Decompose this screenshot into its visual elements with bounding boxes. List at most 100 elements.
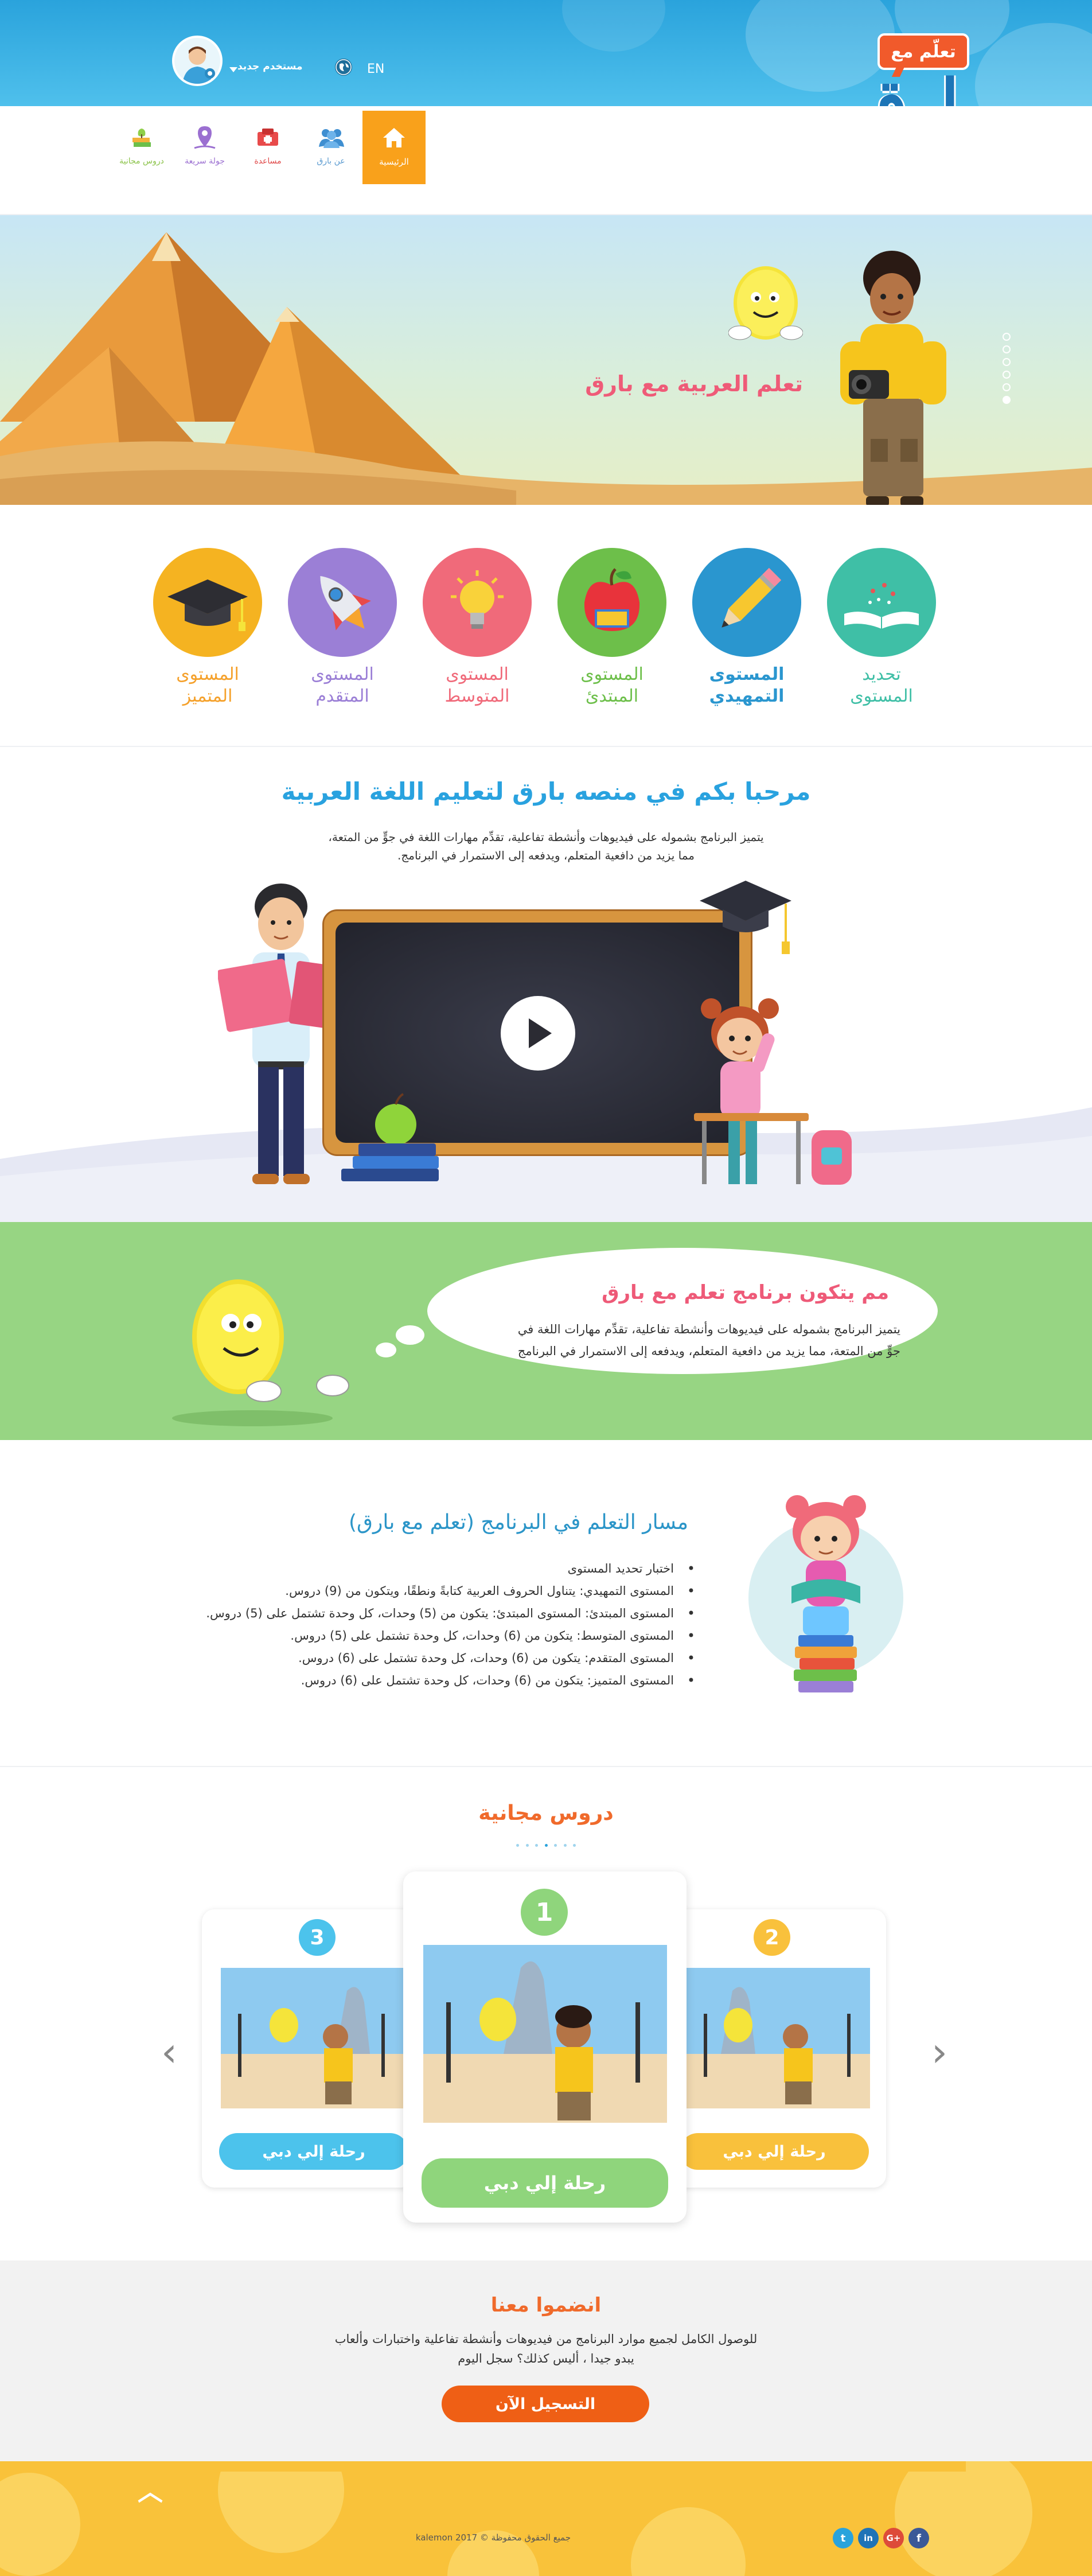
slider-dot[interactable] [1003, 383, 1011, 391]
slider-dot[interactable] [1003, 345, 1011, 353]
flower-decoration [218, 2461, 344, 2553]
nav-item-label: عن بارق [317, 157, 345, 166]
slider-dot[interactable] [1003, 371, 1011, 379]
footer-scallop [126, 2461, 966, 2472]
avatar-icon [174, 38, 220, 84]
carousel-prev-arrow[interactable]: ‹ [158, 2032, 181, 2072]
level-intermediate[interactable]: المستوى المتوسط [423, 548, 532, 709]
flower-decoration [0, 2473, 80, 2576]
program-title: مم يتكون برنامج تعلم مع بارق [602, 1281, 889, 1304]
graduation-cap-illustration [688, 875, 797, 961]
student-girl-illustration [694, 998, 866, 1193]
level-label-line1: تحديد [862, 664, 901, 684]
level-label-line1: المستوى [446, 664, 509, 684]
lesson-number: 2 [754, 1919, 790, 1956]
slider-dot-active[interactable] [1003, 396, 1011, 404]
welcome-text-line: يتميز البرنامج بشموله على فيديوهات وأنشط… [328, 830, 764, 844]
level-label-line2: المتوسط [444, 686, 510, 706]
help-icon [255, 124, 281, 151]
lessons-icon [128, 124, 155, 151]
slider-dot[interactable] [1003, 358, 1011, 366]
nav-item-label: جولة سريعة [185, 157, 225, 166]
level-label-line1: المستوى [311, 664, 374, 684]
pyramid-cap [275, 307, 299, 322]
program-text-line: يتميز البرنامج بشموله على فيديوهات وأنشط… [517, 1322, 900, 1336]
learning-path-list: اختبار تحديد المستوى المستوى التمهيدي: ي… [155, 1558, 700, 1692]
cloud-decoration [562, 0, 665, 52]
lesson-thumbnail[interactable] [687, 1968, 870, 2108]
learning-path-item: المستوى المتوسط: يتكون من (6) وحدات، كل … [155, 1625, 700, 1647]
logo-small-text: تعلّم مع [891, 41, 956, 62]
apple-icon [557, 548, 666, 657]
twitter-icon[interactable]: t [833, 2528, 853, 2548]
user-menu-label[interactable]: مستخدم جديد [237, 61, 323, 72]
scroll-top-button[interactable]: ︿ [127, 2478, 173, 2507]
level-label-line2: المبتدئ [585, 686, 639, 706]
join-text-line: للوصول الكامل لجميع موارد البرنامج من في… [334, 2332, 758, 2346]
join-text: للوصول الكامل لجميع موارد البرنامج من في… [259, 2329, 833, 2368]
play-icon [529, 1018, 552, 1048]
slider-dot[interactable] [1003, 333, 1011, 341]
lightbulb-icon [423, 548, 532, 657]
join-title: انضموا معنا [490, 2294, 602, 2317]
lesson-number: 3 [299, 1919, 336, 1956]
learning-path-item: المستوى المبتدئ: المستوى المبتدئ: يتكون … [155, 1602, 700, 1625]
avatar[interactable] [172, 36, 223, 86]
nav-item-label: دروس مجانية [119, 157, 164, 166]
lesson-button[interactable]: رحلة إلي دبي [680, 2133, 869, 2170]
level-label-line1: المستوى [176, 664, 239, 684]
level-placement-test[interactable]: تحديد المستوى [827, 548, 936, 709]
level-advanced[interactable]: المستوى المتقدم [288, 548, 397, 709]
welcome-text-line: مما يزيد من دافعية المتعلم، ويدفعه إلى ا… [397, 849, 695, 862]
lesson-button[interactable]: رحلة إلي دبي [422, 2158, 668, 2208]
nav-item-about[interactable]: عن بارق [299, 111, 362, 184]
copyright-text: جميع الحقوق محفوظة © kalemon 2017 [415, 2532, 571, 2543]
level-beginner[interactable]: المستوى المبتدئ [557, 548, 666, 709]
level-label-line2: التمهيدي [709, 686, 785, 706]
speech-bubble-dot [376, 1343, 396, 1357]
books-apple-illustration [336, 1093, 444, 1185]
globe-icon[interactable] [335, 59, 352, 76]
welcome-text: يتميز البرنامج بشموله على فيديوهات وأنشط… [317, 828, 775, 865]
language-switch[interactable]: EN [367, 62, 384, 76]
learning-path-item: المستوى المتقدم: يتكون من (6) وحدات، كل … [155, 1647, 700, 1670]
learning-path-item: اختبار تحديد المستوى [155, 1558, 700, 1580]
map-pin-icon [192, 124, 218, 151]
level-label-line2: المستوى [850, 686, 913, 706]
linkedin-icon[interactable]: in [858, 2528, 879, 2548]
google-plus-icon[interactable]: G+ [883, 2528, 904, 2548]
user-dropdown-caret-icon[interactable] [229, 64, 237, 72]
facebook-icon[interactable]: f [908, 2528, 929, 2548]
lesson-thumbnail[interactable] [423, 1945, 667, 2123]
mascot-illustration [166, 1268, 361, 1429]
boy-illustration [837, 244, 952, 505]
rocket-icon [288, 548, 397, 657]
learning-path-item: المستوى المتميز: يتكون من (6) وحدات، كل … [155, 1670, 700, 1692]
level-label-line1: المستوى [709, 664, 785, 684]
join-text-line: يبدو جيدا ، أليس كذلك؟ سجل اليوم [458, 2352, 634, 2365]
graduation-cap-icon [153, 548, 262, 657]
divider [0, 746, 1092, 747]
free-lessons-title: دروس مجانية [478, 1801, 614, 1825]
register-now-button[interactable]: التسجيل الآن [442, 2386, 649, 2422]
program-text-line: جوٍّ من المتعة، مما يزيد من دافعية المتع… [517, 1344, 900, 1358]
nav-item-free-lessons[interactable]: دروس مجانية [110, 111, 173, 184]
level-distinguished[interactable]: المستوى المتميز [153, 548, 262, 709]
level-preparatory[interactable]: المستوى التمهيدي [692, 548, 801, 709]
hero-title: تعلم العربية مع بارق [585, 371, 803, 396]
learning-path-title: مسار التعلم في البرنامج (تعلم مع بارق) [348, 1511, 688, 1534]
book-icon [827, 548, 936, 657]
level-label-line2: المتميز [182, 686, 233, 706]
program-text: يتميز البرنامج بشموله على فيديوهات وأنشط… [459, 1318, 900, 1362]
users-icon [318, 124, 344, 151]
nav-item-home[interactable]: الرئيسية [362, 111, 426, 184]
divider [0, 1766, 1092, 1767]
mascot-illustration [728, 264, 804, 344]
carousel-next-arrow[interactable]: › [928, 2032, 951, 2072]
nav-item-tour[interactable]: جولة سريعة [173, 111, 236, 184]
lesson-button[interactable]: رحلة إلي دبي [219, 2133, 408, 2170]
nav-item-help[interactable]: مساعدة [236, 111, 299, 184]
hero-slider: تعلم العربية مع بارق [0, 215, 1092, 505]
lesson-thumbnail[interactable] [221, 1968, 404, 2108]
play-button[interactable] [501, 996, 575, 1071]
